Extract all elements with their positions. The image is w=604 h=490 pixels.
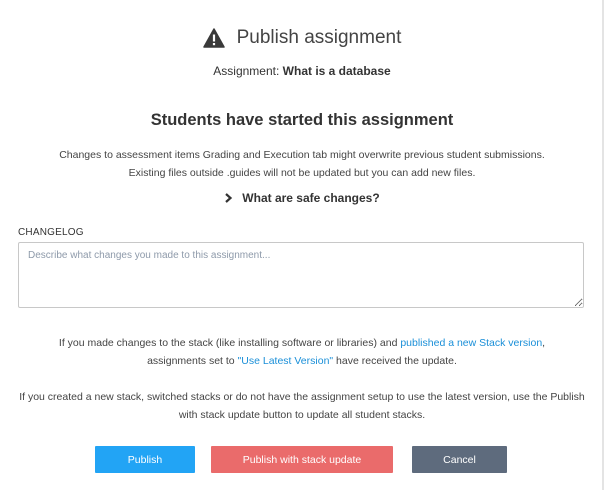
published-stack-version-link[interactable]: published a new Stack version: [400, 337, 542, 349]
use-latest-version-link[interactable]: "Use Latest Version": [238, 355, 334, 367]
assignment-name: What is a database: [282, 64, 391, 78]
publish-with-stack-update-button[interactable]: Publish with stack update: [211, 446, 393, 473]
safe-changes-toggle[interactable]: What are safe changes?: [0, 191, 604, 205]
stack-version-info: If you made changes to the stack (like i…: [0, 334, 604, 370]
new-stack-info: If you created a new stack, switched sta…: [19, 391, 585, 421]
changelog-textarea[interactable]: [18, 242, 584, 308]
dialog-header: Publish assignment: [0, 27, 604, 49]
stack-info-line-1: If you made changes to the stack (like i…: [0, 334, 604, 352]
assignment-label: Assignment:: [213, 64, 283, 78]
stack-info-text-3: have received the update.: [333, 355, 457, 367]
stack-info-text-1: If you made changes to the stack (like i…: [58, 337, 401, 349]
cancel-button[interactable]: Cancel: [412, 446, 507, 473]
publish-assignment-dialog: Publish assignment Assignment: What is a…: [0, 0, 604, 490]
safe-changes-label: What are safe changes?: [242, 191, 380, 205]
stack-info-line-2: assignments set to "Use Latest Version" …: [0, 352, 604, 370]
dialog-title: Publish assignment: [236, 27, 402, 48]
chevron-right-icon: [224, 193, 233, 203]
stack-info-text-2: assignments set to: [147, 355, 238, 367]
notice-line-1: Changes to assessment items Grading and …: [59, 149, 545, 161]
assignment-name-line: Assignment: What is a database: [0, 64, 604, 78]
warning-triangle-icon: [202, 28, 225, 48]
publish-button[interactable]: Publish: [95, 446, 195, 473]
stack-info-comma: ,: [542, 337, 546, 349]
notice-line-2: Existing files outside .guides will not …: [128, 167, 476, 179]
notice-heading: Students have started this assignment: [150, 111, 454, 129]
notice-description: Changes to assessment items Grading and …: [0, 146, 604, 182]
changelog-label: CHANGELOG: [18, 227, 84, 238]
